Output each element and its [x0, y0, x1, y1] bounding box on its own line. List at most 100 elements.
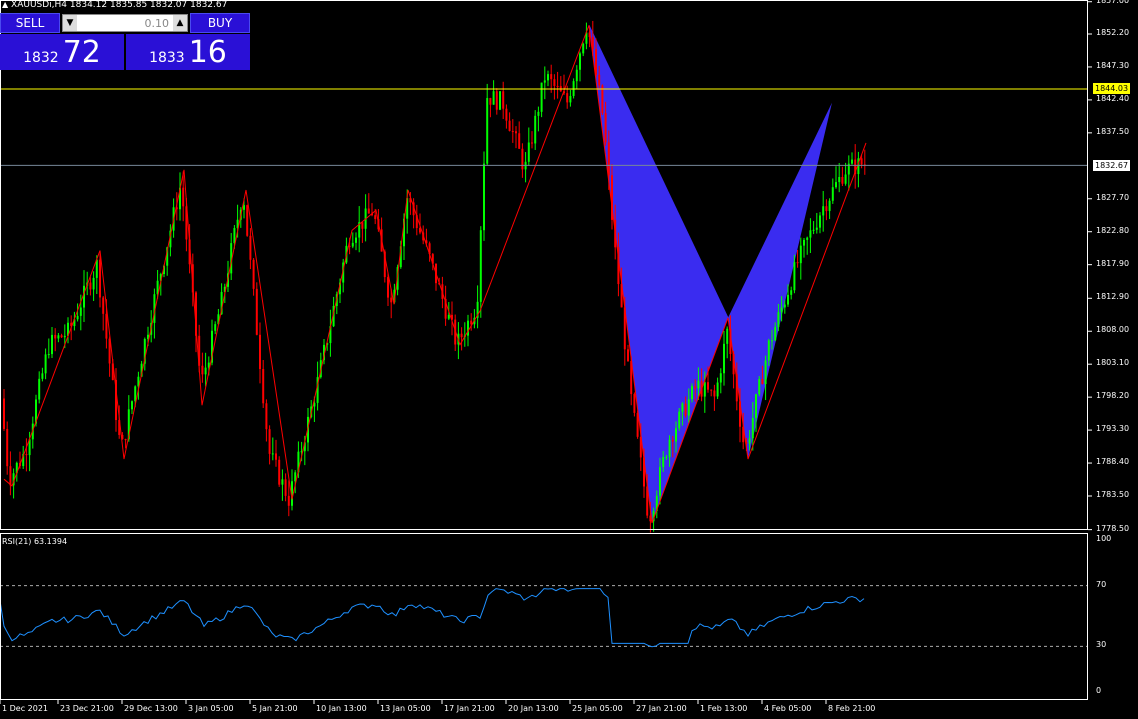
candle-body — [665, 456, 668, 458]
candle-body — [815, 227, 818, 230]
candle-body — [723, 343, 725, 374]
candle-body — [281, 479, 284, 485]
candle-body — [38, 378, 41, 400]
chart-header: ▲ XAUUSDi,H4 1834.12 1835.85 1832.07 183… — [2, 0, 227, 10]
time-axis-label: 17 Jan 21:00 — [444, 704, 495, 713]
candle-body — [527, 142, 530, 162]
buy-price-prefix: 1833 — [149, 50, 185, 66]
candle-body — [515, 131, 517, 134]
candle-body — [812, 229, 815, 231]
triangle-icon: ▲ — [2, 0, 9, 9]
candle-body — [662, 456, 665, 468]
candle-body — [537, 111, 540, 116]
price-axis-label: 1827.70 — [1096, 192, 1130, 202]
buy-price-button[interactable]: 1833 16 — [126, 34, 250, 70]
candlesticks — [3, 20, 866, 533]
lot-size-input[interactable] — [79, 15, 171, 31]
candle-body — [489, 98, 492, 105]
buy-button[interactable]: BUY — [190, 13, 250, 33]
candle-body — [790, 290, 793, 295]
candle-body — [579, 53, 581, 70]
candle-body — [678, 411, 681, 429]
candle-body — [799, 245, 802, 264]
candle-body — [252, 259, 255, 289]
candle-body — [803, 239, 805, 246]
time-axis-label: 5 Jan 21:00 — [252, 704, 298, 713]
candle-body — [460, 333, 463, 338]
candle-body — [265, 403, 268, 430]
candle-body — [550, 74, 553, 80]
candle-body — [361, 222, 364, 229]
time-axis-label: 4 Feb 05:00 — [764, 704, 812, 713]
candle-body — [671, 439, 674, 442]
candle-body — [598, 74, 601, 86]
candle-body — [796, 262, 799, 264]
candle-body — [3, 398, 5, 429]
candle-body — [748, 438, 751, 444]
candle-body — [25, 454, 28, 456]
candle-body — [694, 386, 697, 389]
price-axis-label: 1798.20 — [1096, 391, 1130, 401]
sell-button[interactable]: SELL — [0, 13, 60, 33]
candle-body — [575, 69, 578, 82]
candle-body — [751, 417, 754, 439]
candle-body — [499, 91, 501, 110]
candle-body — [761, 379, 764, 385]
candle-body — [540, 82, 543, 112]
candle-body — [508, 120, 511, 131]
candle-body — [601, 85, 604, 113]
candle-body — [831, 187, 834, 201]
candle-body — [387, 277, 389, 298]
time-axis-label: 20 Jan 13:00 — [508, 704, 559, 713]
candle-body — [79, 307, 82, 316]
price-axis-label: 1803.10 — [1096, 358, 1130, 368]
price-axis-label: 1857.00 — [1096, 0, 1130, 5]
horizontal-lines — [0, 88, 1088, 166]
price-axis-label: 1842.40 — [1096, 93, 1130, 103]
sell-price-prefix: 1832 — [23, 50, 59, 66]
price-chart[interactable] — [0, 0, 1138, 719]
rsi-indicator — [0, 585, 1088, 648]
candle-body — [51, 334, 53, 355]
rsi-axis-label: 30 — [1096, 640, 1107, 650]
candle-body — [828, 200, 831, 212]
candle-body — [278, 459, 281, 485]
candle-body — [691, 386, 693, 400]
lot-decrease-button[interactable]: ▼ — [63, 15, 77, 31]
price-axis-label: 1817.90 — [1096, 258, 1130, 268]
rsi-axis-label: 0 — [1096, 686, 1102, 695]
pattern-triangle-bcd — [728, 102, 832, 460]
time-axis-label: 1 Feb 13:00 — [700, 704, 748, 713]
candle-body — [767, 340, 770, 361]
candle-body — [390, 297, 393, 303]
sell-price-button[interactable]: 1832 72 — [0, 34, 124, 70]
candle-body — [819, 215, 821, 228]
price-axis-label: 1852.20 — [1096, 28, 1130, 37]
candle-body — [92, 277, 95, 290]
candle-body — [76, 315, 79, 320]
candle-body — [268, 429, 271, 454]
chevron-up-icon: ▲ — [176, 18, 184, 28]
price-axis-label: 1847.30 — [1096, 60, 1130, 70]
candle-body — [511, 130, 514, 132]
lot-size-stepper[interactable]: ▼ ▲ — [62, 14, 188, 32]
candle-body — [262, 369, 265, 404]
lot-increase-button[interactable]: ▲ — [173, 15, 187, 31]
candle-body — [780, 307, 783, 313]
candle-body — [447, 314, 450, 319]
candle-body — [367, 208, 370, 214]
symbol-info: XAUUSDi,H4 1834.12 1835.85 1832.07 1832.… — [11, 0, 228, 10]
candle-body — [351, 242, 354, 247]
price-axis-label: 1783.50 — [1096, 490, 1130, 499]
time-axis-label: 23 Dec 21:00 — [60, 704, 114, 713]
candle-body — [687, 399, 690, 416]
candle-body — [204, 367, 207, 375]
time-axis-label: 8 Feb 21:00 — [828, 704, 876, 713]
candle-body — [556, 85, 559, 87]
candle-body — [131, 401, 133, 410]
candle-body — [495, 91, 498, 110]
candle-body — [713, 390, 716, 397]
candle-body — [182, 187, 185, 207]
candle-body — [627, 349, 629, 361]
candle-body — [582, 43, 585, 54]
